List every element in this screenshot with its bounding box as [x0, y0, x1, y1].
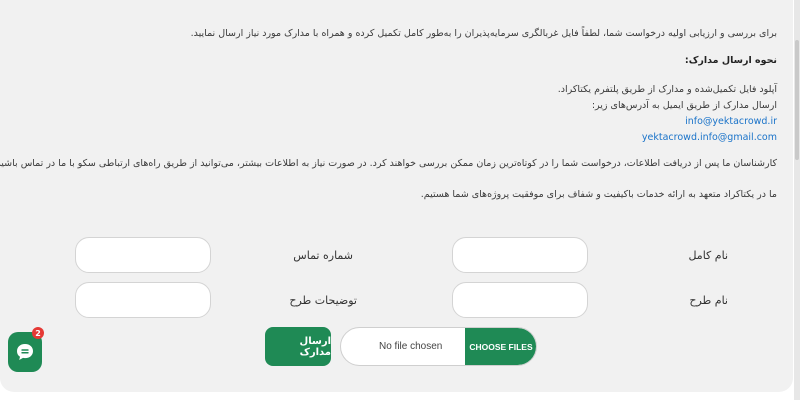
- phone-input[interactable]: [75, 237, 211, 273]
- section-heading: نحوه ارسال مدارک:: [684, 55, 777, 66]
- choose-files-button[interactable]: CHOOSE FILES: [465, 328, 536, 365]
- project-name-label: نام طرح: [689, 294, 728, 307]
- chat-bubble-icon: [17, 344, 33, 360]
- email-link-1[interactable]: info@yektacrowd.ir: [685, 115, 777, 129]
- closing-text: ما در یکتاکراد متعهد به ارائه خدمات باکی…: [420, 189, 777, 200]
- file-status-text: No file chosen: [379, 341, 443, 352]
- submit-documents-button[interactable]: ارسال مدارک: [265, 327, 331, 366]
- full-name-label: نام کامل: [688, 249, 728, 262]
- project-name-input[interactable]: [452, 282, 588, 318]
- upload-instruction: آپلود فایل تکمیل‌شده و مدارک از طریق پلت…: [557, 84, 777, 95]
- full-name-input[interactable]: [452, 237, 588, 273]
- review-text: کارشناسان ما پس از دریافت اطلاعات، درخوا…: [0, 158, 777, 169]
- chat-notification-badge: 2: [32, 327, 44, 339]
- email-instruction: ارسال مدارک از طریق ایمیل به آدرس‌های زی…: [591, 100, 777, 111]
- scrollbar-thumb[interactable]: [795, 40, 799, 160]
- intro-text: برای بررسی و ارزیابی اولیه درخواست شما، …: [190, 28, 777, 39]
- phone-label: شماره تماس: [293, 249, 353, 262]
- project-description-label: توضیحات طرح: [289, 294, 357, 307]
- email-link-2[interactable]: yektacrowd.info@gmail.com: [642, 131, 777, 145]
- project-description-input[interactable]: [75, 282, 211, 318]
- file-upload-field[interactable]: No file chosen CHOOSE FILES: [340, 327, 537, 366]
- scrollbar[interactable]: [794, 0, 800, 400]
